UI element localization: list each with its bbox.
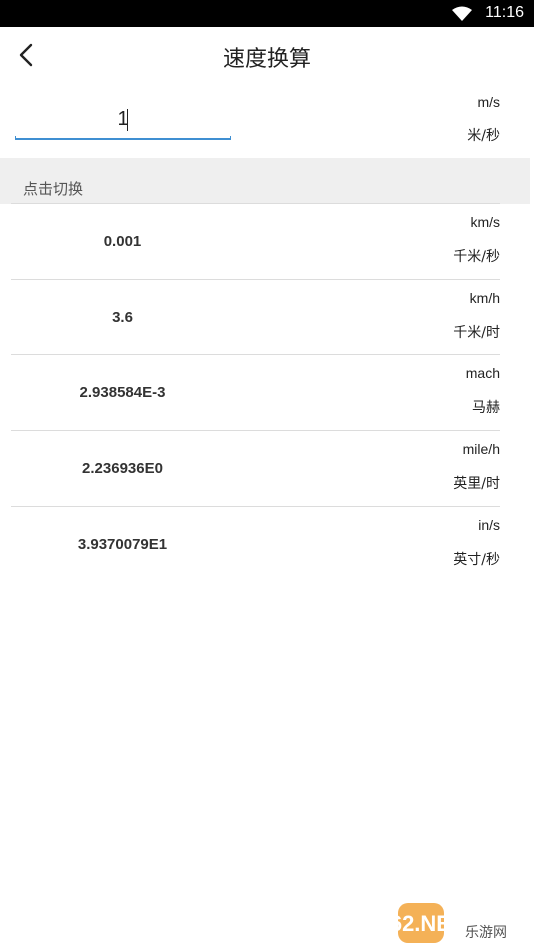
speed-value-input[interactable]: [16, 103, 230, 135]
page-title: 速度换算: [222, 47, 311, 72]
result-unit-abbr: mach: [465, 365, 500, 381]
result-unit-name: 千米/秒: [453, 249, 500, 265]
result-value: 2.938584E-3: [79, 384, 166, 401]
watermark-logo: 962.NET 乐游网: [396, 903, 507, 943]
switch-hint-label: 点击切换: [23, 180, 84, 198]
result-row-mach[interactable]: 2.938584E-3 mach 马赫: [11, 354, 500, 430]
text-caret: [127, 109, 128, 131]
result-value: 0.001: [103, 233, 142, 250]
result-unit-abbr: in/s: [478, 517, 500, 533]
result-unit-abbr: km/s: [470, 214, 500, 230]
input-underline: [15, 136, 231, 140]
input-unit-abbr[interactable]: m/s: [477, 94, 500, 110]
result-value: 3.6: [112, 309, 133, 326]
status-time: 11:16: [485, 4, 524, 21]
result-row-km-s[interactable]: 0.001 km/s 千米/秒: [11, 203, 500, 279]
result-unit-name: 千米/时: [453, 325, 500, 341]
switch-hint-bar: 点击切换: [0, 158, 530, 204]
status-bar: 11:16: [0, 0, 534, 27]
result-row-in-s[interactable]: 3.9370079E1 in/s 英寸/秒: [11, 506, 500, 582]
watermark-text-bottom: 乐游网: [465, 925, 507, 941]
result-value: 3.9370079E1: [77, 536, 168, 553]
result-row-mile-h[interactable]: 2.236936E0 mile/h 英里/时: [11, 430, 500, 506]
result-unit-name: 英寸/秒: [453, 552, 500, 568]
result-unit-abbr: mile/h: [462, 441, 500, 457]
result-unit-abbr: km/h: [469, 290, 500, 306]
result-unit-name: 马赫: [472, 400, 500, 416]
result-row-km-h[interactable]: 3.6 km/h 千米/时: [11, 279, 500, 355]
input-section: m/s 米/秒: [0, 83, 534, 158]
watermark-text-top: 962.NET: [396, 911, 465, 936]
result-unit-name: 英里/时: [453, 476, 500, 492]
app-bar: 速度换算: [0, 27, 534, 83]
result-value: 2.236936E0: [82, 460, 163, 477]
wifi-icon: [452, 6, 472, 21]
input-unit-name[interactable]: 米/秒: [467, 125, 500, 145]
